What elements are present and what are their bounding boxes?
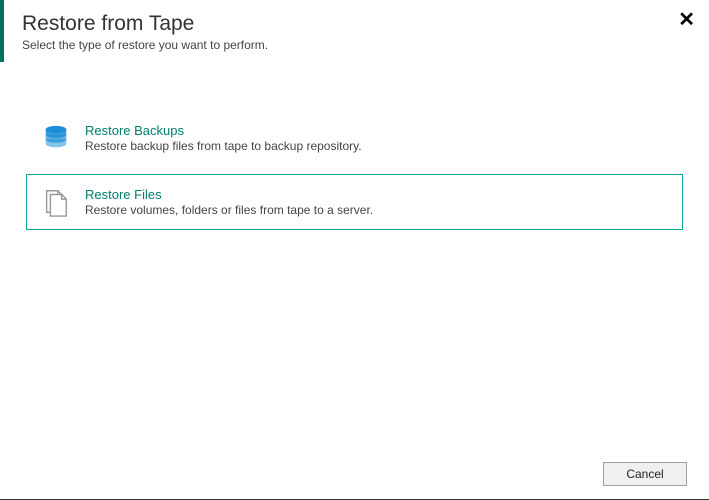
option-restore-backups[interactable]: Restore Backups Restore backup files fro… [26, 110, 683, 166]
option-text: Restore Files Restore volumes, folders o… [85, 187, 373, 217]
option-desc: Restore volumes, folders or files from t… [85, 203, 373, 217]
dialog-subtitle: Select the type of restore you want to p… [22, 38, 709, 52]
cancel-button[interactable]: Cancel [603, 462, 687, 486]
option-title: Restore Backups [85, 123, 362, 138]
accent-bar [0, 0, 4, 62]
close-icon[interactable]: ✕ [678, 10, 695, 30]
option-title: Restore Files [85, 187, 373, 202]
dialog-title: Restore from Tape [22, 12, 709, 36]
option-restore-files[interactable]: Restore Files Restore volumes, folders o… [26, 174, 683, 230]
options-list: Restore Backups Restore backup files fro… [0, 110, 709, 230]
database-icon [41, 123, 71, 153]
option-desc: Restore backup files from tape to backup… [85, 139, 362, 153]
option-text: Restore Backups Restore backup files fro… [85, 123, 362, 153]
files-icon [41, 187, 71, 217]
dialog-header: Restore from Tape Select the type of res… [0, 0, 709, 52]
dialog-footer: Cancel [603, 462, 687, 486]
